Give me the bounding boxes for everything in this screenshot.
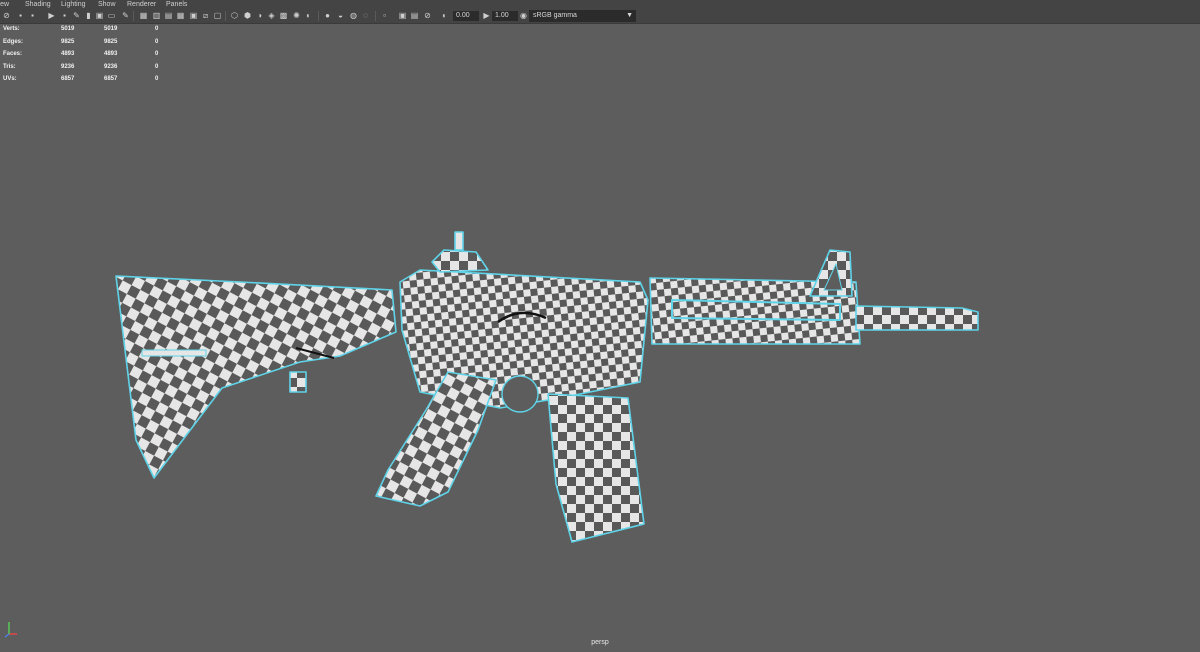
rifle-model[interactable]	[115, 231, 979, 543]
rifle-stock-slot	[141, 349, 207, 357]
rifle-pistol-grip	[375, 371, 497, 507]
rifle-rear-sight	[431, 249, 489, 273]
viewport-3d[interactable]	[0, 0, 1200, 652]
rifle-trigger-guard	[501, 375, 539, 413]
rifle-stock-latch	[289, 371, 307, 393]
axis-gizmo	[4, 622, 17, 638]
rifle-sight-knob	[454, 231, 464, 251]
camera-name-label: persp	[591, 639, 609, 646]
rifle-magazine	[547, 393, 645, 543]
rifle-barrel	[855, 305, 979, 331]
rifle-stock	[115, 275, 397, 479]
